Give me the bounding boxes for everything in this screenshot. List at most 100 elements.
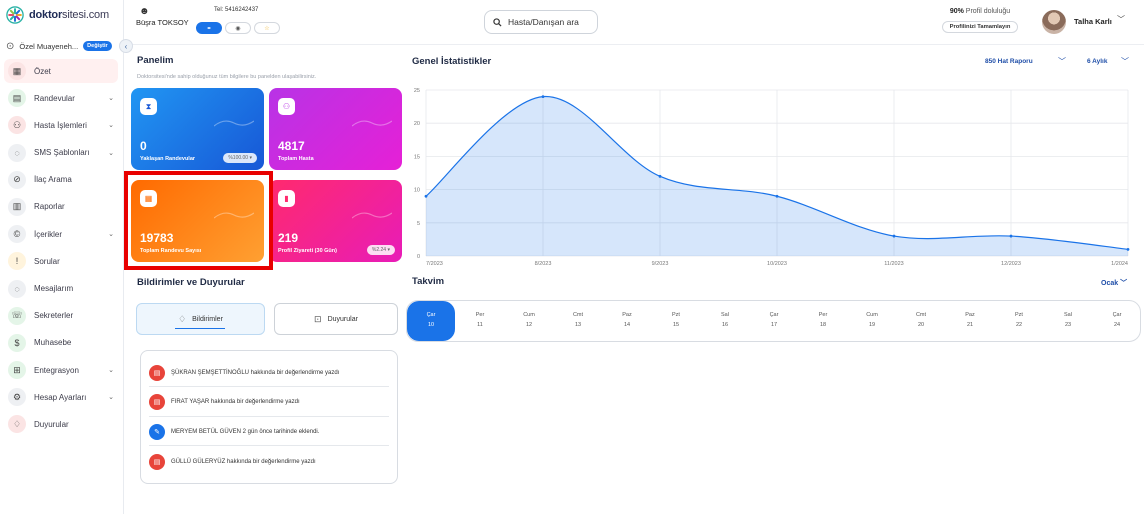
notification-item[interactable]: ✎ MERYEM BETÜL GÜVEN 2 gün önce tarihinde…	[149, 418, 389, 446]
chevron-down-icon[interactable]: ﹀	[1117, 14, 1125, 25]
calendar-day[interactable]: Cum 19	[848, 301, 896, 341]
calendar-day[interactable]: Per 11	[456, 301, 504, 341]
calendar-day[interactable]: Çar 24	[1093, 301, 1141, 341]
edit-icon: ✎	[149, 423, 165, 440]
card-label: Yaklaşan Randevular	[140, 156, 196, 162]
sidebar-item-label: Entegrasyon	[34, 365, 79, 375]
search-input[interactable]: Hasta/Danışan ara	[484, 10, 598, 34]
profile-visits-card[interactable]: ▮ 219 Profil Ziyareti (30 Gün) %2.24 ▾	[269, 180, 402, 262]
doctor-name: Büşra TOKSOY	[136, 18, 189, 27]
eye-icon: ◉	[235, 25, 241, 32]
sidebar-item-4[interactable]: ⊘ İlaç Arama	[4, 168, 118, 192]
notification-text: FIRAT YAŞAR hakkında bir değerlendirme y…	[171, 399, 300, 405]
comment-icon: ▤	[149, 364, 165, 381]
sidebar-item-7[interactable]: ! Sorular	[4, 249, 118, 273]
chevron-down-icon: ⌄	[108, 367, 114, 375]
sidebar-item-1[interactable]: ▤ Randevular ⌄	[4, 86, 118, 110]
notification-item[interactable]: ▤ FIRAT YAŞAR hakkında bir değerlendirme …	[149, 389, 389, 417]
report-select[interactable]: 850 Hat Raporu	[985, 58, 1033, 65]
sidebar: doktorsitesi.com ⊙ Özel Muayeneh... Deği…	[0, 0, 124, 514]
tab-notifications[interactable]: ♢ Bildirimler	[136, 303, 265, 335]
sidebar-item-label: İlaç Arama	[34, 175, 72, 185]
calendar-title: Takvim	[412, 276, 445, 287]
sidebar-item-label: Duyurular	[34, 419, 69, 429]
calendar-day[interactable]: Pzt 15	[652, 301, 700, 341]
day-name: Cum	[523, 312, 535, 318]
total-patients-card[interactable]: ⚇ 4817 Toplam Hasta	[269, 88, 402, 170]
tab-announcements[interactable]: ⊡ Duyurular	[274, 303, 398, 335]
sidebar-item-3[interactable]: ◌ SMS Şablonları ⌄	[4, 141, 118, 165]
social-pill-button[interactable]: ⚭	[196, 22, 222, 34]
data-point	[1009, 234, 1013, 238]
sidebar-item-8[interactable]: ◌ Mesajlarım	[4, 277, 118, 301]
profile-label: Profil doluluğu	[965, 8, 1011, 15]
profile-completion-text: 90% Profil doluluğu	[932, 8, 1028, 15]
calendar-day[interactable]: Çar 10	[407, 301, 455, 341]
change-clinic-button[interactable]: Değiştir	[83, 41, 112, 51]
hourglass-icon: ⧗	[140, 98, 157, 115]
calendar-day[interactable]: Çar 17	[750, 301, 798, 341]
upcoming-appointments-card[interactable]: ⧗ 0 Yaklaşan Randevular %100.00 ▾	[131, 88, 264, 170]
calendar-day[interactable]: Paz 21	[946, 301, 994, 341]
tab-announcements-label: Duyurular	[327, 315, 358, 323]
logo-text: doktorsitesi.com	[29, 9, 109, 21]
day-name: Pzt	[672, 312, 680, 318]
collapse-sidebar-button[interactable]: ‹	[119, 39, 133, 53]
calendar-day[interactable]: Cmt 13	[554, 301, 602, 341]
day-date: 21	[966, 322, 974, 328]
card-wave-decoration	[352, 120, 392, 127]
chevron-down-icon[interactable]: ﹀	[1058, 56, 1066, 67]
user-name[interactable]: Talha Karlı	[1074, 17, 1112, 26]
month-select[interactable]: Ocak ﹀	[1101, 278, 1127, 288]
day-name: Cmt	[572, 312, 584, 318]
day-name: Cmt	[915, 312, 927, 318]
logo[interactable]: doktorsitesi.com	[6, 6, 109, 24]
sidebar-item-5[interactable]: ▥ Raporlar	[4, 195, 118, 219]
sidebar-item-12[interactable]: ⚙ Hesap Ayarları ⌄	[4, 385, 118, 409]
sidebar-item-11[interactable]: ⊞ Entegrasyon ⌄	[4, 358, 118, 382]
dashboard-icon: ▦	[8, 62, 26, 80]
day-date: 18	[819, 322, 827, 328]
logo-icon	[6, 6, 24, 24]
x-tick-label: 9/2023	[652, 261, 669, 267]
accounting-icon: $	[8, 333, 26, 352]
day-date: 12	[525, 322, 533, 328]
period-select[interactable]: 6 Aylık	[1087, 58, 1107, 65]
bell-icon: ♢	[8, 415, 26, 434]
notifications-list: ▤ ŞÜKRAN ŞEMŞETTİNOĞLU hakkında bir değer…	[140, 350, 398, 484]
calendar-day[interactable]: Pzt 22	[995, 301, 1043, 341]
sidebar-item-13[interactable]: ♢ Duyurular	[4, 412, 118, 436]
sidebar-item-10[interactable]: $ Muhasebe	[4, 331, 118, 355]
y-tick-label: 10	[414, 188, 420, 194]
calendar-day[interactable]: Cum 12	[505, 301, 553, 341]
calendar-day[interactable]: Paz 14	[603, 301, 651, 341]
day-name: Per	[818, 312, 828, 318]
user-avatar[interactable]	[1042, 10, 1066, 34]
sidebar-item-9[interactable]: ☏ Sekreterler	[4, 304, 118, 328]
view-pill-button[interactable]: ◉	[225, 22, 251, 34]
clinic-name: Özel Muayeneh...	[19, 41, 79, 51]
content-icon: ©	[8, 225, 26, 244]
notification-item[interactable]: ▤ ŞÜKRAN ŞEMŞETTİNOĞLU hakkında bir değer…	[149, 359, 389, 387]
panel-title: Panelim	[137, 55, 174, 66]
day-date: 14	[623, 322, 631, 328]
calendar-day[interactable]: Cmt 20	[897, 301, 945, 341]
sidebar-item-2[interactable]: ⚇ Hasta İşlemleri ⌄	[4, 113, 118, 137]
sidebar-item-0[interactable]: ▦ Özet	[4, 59, 118, 83]
chevron-down-icon[interactable]: ﹀	[1121, 56, 1129, 67]
card-chip[interactable]: %2.24 ▾	[366, 245, 395, 255]
complete-profile-button[interactable]: Profilinizi Tamamlayın	[941, 21, 1019, 33]
calendar-day[interactable]: Per 18	[799, 301, 847, 341]
calendar-day[interactable]: Sal 23	[1044, 301, 1092, 341]
notification-item[interactable]: ▤ GÜLLÜ GÜLERYÜZ hakkında bir değerlendir…	[149, 448, 389, 476]
day-date: 16	[721, 322, 729, 328]
users-icon: ⚇	[278, 98, 295, 115]
favorite-pill-button[interactable]: ☆	[254, 22, 280, 34]
logo-text-bold: doktor	[29, 9, 63, 21]
card-chip[interactable]: %100.00 ▾	[223, 153, 257, 163]
message-icon: ◌	[8, 279, 26, 298]
day-date: 24	[1113, 322, 1121, 328]
calendar-day[interactable]: Sal 16	[701, 301, 749, 341]
day-name: Çar	[1112, 312, 1122, 318]
sidebar-item-6[interactable]: © İçerikler ⌄	[4, 222, 118, 246]
